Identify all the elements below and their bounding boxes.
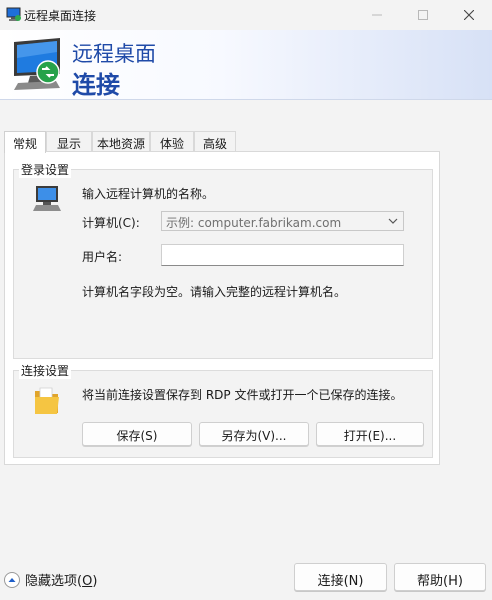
login-settings-title: 登录设置 [19,161,72,178]
tab-general[interactable]: 常规 [4,131,46,153]
connection-settings-title: 连接设置 [19,362,72,379]
save-as-button[interactable]: 另存为(V)... [199,422,309,446]
save-button[interactable]: 保存(S) [82,422,192,446]
login-instruction: 输入远程计算机的名称。 [82,187,215,201]
remote-desktop-icon [6,7,21,21]
computer-combobox[interactable]: 示例: computer.fabrikam.com [161,211,404,231]
tab-panel-general: 登录设置 输入远程计算机的名称。 计算机(C): 示例: computer.fa… [4,151,440,465]
maximize-button[interactable] [400,0,446,30]
collapse-up-icon[interactable] [4,571,20,588]
tab-display[interactable]: 显示 [46,131,92,152]
computer-icon [33,186,61,211]
maximize-icon [418,10,428,20]
close-icon [464,10,474,20]
computer-label: 计算机(C): [82,216,140,230]
close-button[interactable] [446,0,492,30]
banner-title-line2: 连接 [72,71,120,99]
header-banner: 远程桌面 连接 [0,30,492,100]
title-bar[interactable]: 远程桌面连接 [0,0,492,30]
open-button[interactable]: 打开(E)... [316,422,424,446]
username-label: 用户名: [82,250,123,264]
login-settings-group: 登录设置 输入远程计算机的名称。 计算机(C): 示例: computer.fa… [13,161,433,359]
username-field[interactable] [161,244,404,266]
tab-local-resources[interactable]: 本地资源 [92,131,150,152]
help-button[interactable]: 帮助(H) [394,563,486,591]
tab-advanced[interactable]: 高级 [194,131,236,152]
computer-placeholder: 示例: computer.fabrikam.com [166,216,342,230]
window-title: 远程桌面连接 [24,9,97,23]
minimize-button[interactable] [354,0,400,30]
chevron-down-icon[interactable] [388,215,398,227]
folder-icon [35,387,59,414]
remote-desktop-monitor-icon [14,38,60,90]
computer-name-hint: 计算机名字段为空。请输入完整的远程计算机名。 [82,285,347,299]
hide-options-label[interactable]: 隐藏选项(O) [25,570,97,589]
connect-button[interactable]: 连接(N) [294,563,387,591]
minimize-icon [372,14,382,16]
tab-experience[interactable]: 体验 [150,131,194,152]
hide-options-toggle[interactable]: 隐藏选项(O) [4,570,97,589]
connection-settings-group: 连接设置 将当前连接设置保存到 RDP 文件或打开一个已保存的连接。 保存(S)… [13,362,433,458]
banner-title-line1: 远程桌面 [72,42,156,66]
connection-description: 将当前连接设置保存到 RDP 文件或打开一个已保存的连接。 [82,388,403,402]
